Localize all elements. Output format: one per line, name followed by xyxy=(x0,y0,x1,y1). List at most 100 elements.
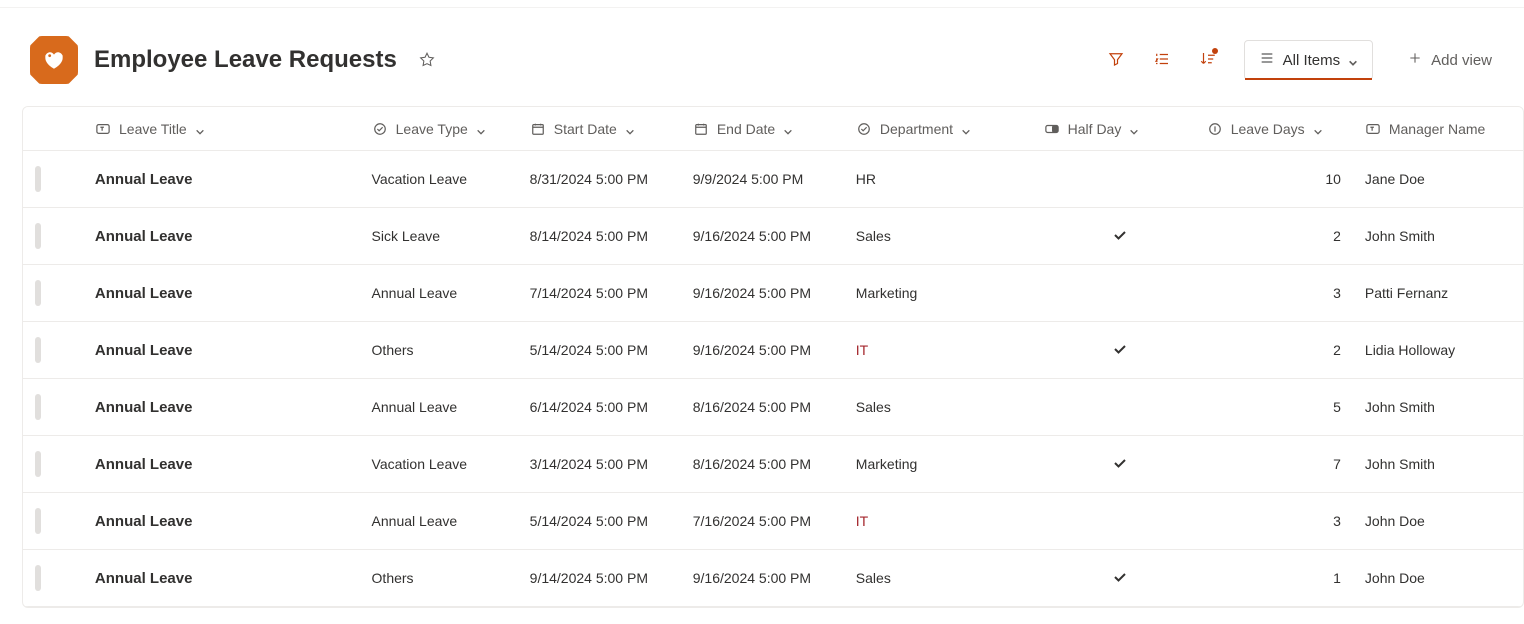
list-icon xyxy=(1259,50,1275,70)
column-label: Half Day xyxy=(1068,121,1122,137)
cell-manager: John Smith xyxy=(1365,228,1523,244)
list-ordered-icon xyxy=(1153,50,1171,71)
cell-end: 9/16/2024 5:00 PM xyxy=(693,228,856,244)
table-row[interactable]: Annual LeaveSick Leave8/14/2024 5:00 PM9… xyxy=(23,208,1523,265)
check-icon xyxy=(1112,341,1128,360)
add-view-label: Add view xyxy=(1431,52,1492,69)
table-row[interactable]: Annual LeaveOthers9/14/2024 5:00 PM9/16/… xyxy=(23,550,1523,607)
row-handle[interactable] xyxy=(35,280,41,306)
row-handle[interactable] xyxy=(35,508,41,534)
calendar-icon xyxy=(693,121,709,137)
rows-host: Annual LeaveVacation Leave8/31/2024 5:00… xyxy=(23,151,1523,607)
column-header-half[interactable]: Half Day xyxy=(1044,121,1207,137)
column-label: Leave Title xyxy=(119,121,187,137)
column-header-type[interactable]: Leave Type xyxy=(372,121,530,137)
calendar-icon xyxy=(530,121,546,137)
cell-title: Annual Leave xyxy=(95,513,372,530)
chevron-down-icon xyxy=(961,124,971,134)
column-label: Manager Name xyxy=(1389,121,1486,137)
cell-title: Annual Leave xyxy=(95,456,372,473)
cell-title: Annual Leave xyxy=(95,285,372,302)
row-handle[interactable] xyxy=(35,223,41,249)
cell-days: 3 xyxy=(1207,513,1365,529)
cell-dept: Sales xyxy=(856,228,1044,244)
sort-button[interactable] xyxy=(1188,42,1228,78)
choice-field-icon xyxy=(372,121,388,137)
check-icon xyxy=(1112,227,1128,246)
chevron-down-icon xyxy=(1348,55,1358,65)
cell-start: 7/14/2024 5:00 PM xyxy=(530,285,693,301)
cell-start: 9/14/2024 5:00 PM xyxy=(530,570,693,586)
cell-manager: Jane Doe xyxy=(1365,171,1523,187)
column-label: Leave Type xyxy=(396,121,468,137)
cell-days: 10 xyxy=(1207,171,1365,187)
cell-start: 8/14/2024 5:00 PM xyxy=(530,228,693,244)
cell-start: 5/14/2024 5:00 PM xyxy=(530,513,693,529)
column-header-end[interactable]: End Date xyxy=(693,121,856,137)
column-header-dept[interactable]: Department xyxy=(856,121,1044,137)
text-field-icon xyxy=(95,121,111,137)
filter-button[interactable] xyxy=(1096,42,1136,78)
cell-manager: John Doe xyxy=(1365,570,1523,586)
row-handle[interactable] xyxy=(35,565,41,591)
cell-end: 9/16/2024 5:00 PM xyxy=(693,285,856,301)
table-row[interactable]: Annual LeaveOthers5/14/2024 5:00 PM9/16/… xyxy=(23,322,1523,379)
page-header: Employee Leave Requests All Items xyxy=(0,8,1524,102)
cell-type: Annual Leave xyxy=(372,399,530,415)
group-button[interactable] xyxy=(1142,42,1182,78)
cell-dept: IT xyxy=(856,342,1044,358)
cell-dept: HR xyxy=(856,171,1044,187)
window-topstrip xyxy=(0,0,1524,8)
cell-days: 2 xyxy=(1207,342,1365,358)
row-handle[interactable] xyxy=(35,337,41,363)
cell-end: 7/16/2024 5:00 PM xyxy=(693,513,856,529)
cell-type: Others xyxy=(372,570,530,586)
cell-type: Sick Leave xyxy=(372,228,530,244)
column-header-days[interactable]: Leave Days xyxy=(1207,121,1365,137)
cell-type: Vacation Leave xyxy=(372,171,530,187)
cell-half-day xyxy=(1044,455,1207,474)
row-handle[interactable] xyxy=(35,394,41,420)
table-row[interactable]: Annual LeaveAnnual Leave6/14/2024 5:00 P… xyxy=(23,379,1523,436)
cell-end: 8/16/2024 5:00 PM xyxy=(693,456,856,472)
table-row[interactable]: Annual LeaveAnnual Leave5/14/2024 5:00 P… xyxy=(23,493,1523,550)
view-selector[interactable]: All Items xyxy=(1244,40,1374,80)
table-row[interactable]: Annual LeaveVacation Leave3/14/2024 5:00… xyxy=(23,436,1523,493)
cell-title: Annual Leave xyxy=(95,570,372,587)
cell-dept: Marketing xyxy=(856,285,1044,301)
table-row[interactable]: Annual LeaveVacation Leave8/31/2024 5:00… xyxy=(23,151,1523,208)
column-header-mgr[interactable]: Manager Name xyxy=(1365,121,1523,137)
view-toolbar: All Items Add view xyxy=(1096,40,1504,80)
chevron-down-icon xyxy=(476,124,486,134)
cell-title: Annual Leave xyxy=(95,228,372,245)
cell-end: 9/16/2024 5:00 PM xyxy=(693,570,856,586)
cell-manager: John Smith xyxy=(1365,456,1523,472)
plus-icon xyxy=(1407,50,1423,70)
cell-start: 3/14/2024 5:00 PM xyxy=(530,456,693,472)
text-field-icon xyxy=(1365,121,1381,137)
row-handle[interactable] xyxy=(35,166,41,192)
cell-dept: Sales xyxy=(856,399,1044,415)
column-header-start[interactable]: Start Date xyxy=(530,121,693,137)
list-app-icon xyxy=(30,36,78,84)
number-field-icon xyxy=(1207,121,1223,137)
favorite-star-button[interactable] xyxy=(413,46,441,74)
row-handle[interactable] xyxy=(35,451,41,477)
cell-half-day xyxy=(1044,569,1207,588)
cell-start: 6/14/2024 5:00 PM xyxy=(530,399,693,415)
chevron-down-icon xyxy=(195,124,205,134)
add-view-button[interactable]: Add view xyxy=(1393,40,1504,80)
cell-title: Annual Leave xyxy=(95,399,372,416)
yesno-field-icon xyxy=(1044,121,1060,137)
choice-field-icon xyxy=(856,121,872,137)
cell-type: Vacation Leave xyxy=(372,456,530,472)
chevron-down-icon xyxy=(1313,124,1323,134)
cell-type: Annual Leave xyxy=(372,513,530,529)
filter-icon xyxy=(1107,50,1125,71)
cell-days: 2 xyxy=(1207,228,1365,244)
column-header-title[interactable]: Leave Title xyxy=(95,121,372,137)
column-label: Department xyxy=(880,121,953,137)
table-row[interactable]: Annual LeaveAnnual Leave7/14/2024 5:00 P… xyxy=(23,265,1523,322)
column-label: Start Date xyxy=(554,121,617,137)
column-header-row: Leave Title Leave Type Start Date End Da… xyxy=(23,107,1523,151)
